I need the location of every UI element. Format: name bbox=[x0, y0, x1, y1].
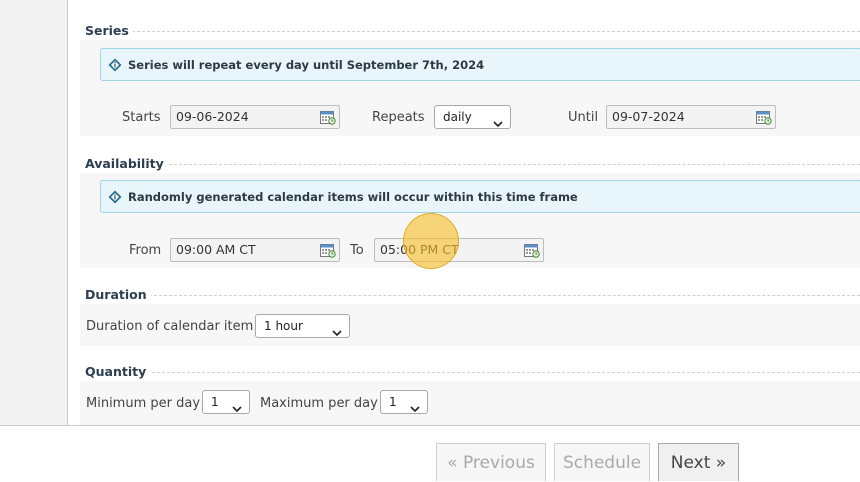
info-diamond-icon bbox=[108, 190, 122, 204]
max-per-day-label: Maximum per day bbox=[260, 396, 378, 411]
max-per-day-select[interactable]: 1 bbox=[380, 390, 428, 414]
min-per-day-select[interactable]: 1 bbox=[202, 390, 250, 414]
chevron-down-icon bbox=[332, 322, 342, 337]
chevron-down-icon bbox=[232, 398, 242, 413]
to-label: To bbox=[350, 243, 364, 258]
until-date-input[interactable]: 09-07-2024 bbox=[606, 105, 776, 129]
max-per-day-value: 1 bbox=[389, 395, 397, 409]
availability-info-bar: Randomly generated calendar items will o… bbox=[100, 180, 860, 213]
quantity-divider bbox=[142, 372, 860, 373]
availability-info-text: Randomly generated calendar items will o… bbox=[128, 189, 578, 204]
next-button[interactable]: Next » bbox=[658, 443, 739, 481]
series-section: Series Series will repeat every day unti… bbox=[80, 23, 860, 136]
calendar-icon[interactable] bbox=[320, 110, 336, 125]
repeats-value: daily bbox=[443, 110, 472, 124]
chevron-down-icon bbox=[410, 398, 420, 413]
availability-legend: Availability bbox=[85, 156, 168, 171]
calendar-icon[interactable] bbox=[320, 243, 336, 258]
until-date-value: 09-07-2024 bbox=[612, 109, 685, 124]
quantity-section: Quantity Minimum per day 1 Maximum per d… bbox=[80, 364, 860, 425]
calendar-icon[interactable] bbox=[524, 243, 540, 258]
duration-section: Duration Duration of calendar item 1 hou… bbox=[80, 287, 860, 346]
from-label: From bbox=[129, 243, 162, 258]
min-per-day-value: 1 bbox=[211, 395, 219, 409]
to-time-value: 05:00 PM CT bbox=[380, 242, 459, 257]
repeats-label: Repeats bbox=[372, 110, 425, 125]
series-divider bbox=[122, 31, 860, 32]
left-sidebar-strip bbox=[0, 0, 68, 425]
starts-label: Starts bbox=[122, 110, 161, 125]
series-legend: Series bbox=[85, 23, 133, 38]
chevron-down-icon bbox=[493, 113, 503, 128]
form-main: Series Series will repeat every day unti… bbox=[68, 0, 860, 425]
quantity-legend: Quantity bbox=[85, 364, 151, 379]
starts-date-value: 09-06-2024 bbox=[176, 109, 249, 124]
info-diamond-icon bbox=[108, 58, 122, 72]
schedule-button[interactable]: Schedule bbox=[554, 443, 650, 481]
repeats-select[interactable]: daily bbox=[434, 105, 511, 129]
series-info-text: Series will repeat every day until Septe… bbox=[128, 57, 485, 72]
from-time-input[interactable]: 09:00 AM CT bbox=[170, 238, 340, 262]
to-time-input[interactable]: 05:00 PM CT bbox=[374, 238, 544, 262]
calendar-icon[interactable] bbox=[756, 110, 772, 125]
starts-date-input[interactable]: 09-06-2024 bbox=[170, 105, 340, 129]
min-per-day-label: Minimum per day bbox=[86, 396, 201, 411]
wizard-footer: « Previous Schedule Next » bbox=[0, 425, 860, 482]
from-time-value: 09:00 AM CT bbox=[176, 242, 256, 257]
duration-label: Duration of calendar item bbox=[86, 319, 254, 334]
duration-divider bbox=[144, 295, 860, 296]
duration-select[interactable]: 1 hour bbox=[255, 314, 350, 338]
availability-section: Availability Randomly generated calendar… bbox=[80, 156, 860, 268]
series-info-bar: Series will repeat every day until Septe… bbox=[100, 48, 860, 81]
previous-button[interactable]: « Previous bbox=[436, 443, 546, 481]
availability-divider bbox=[154, 164, 860, 165]
duration-value: 1 hour bbox=[264, 319, 303, 333]
until-label: Until bbox=[568, 110, 599, 125]
duration-legend: Duration bbox=[85, 287, 151, 302]
